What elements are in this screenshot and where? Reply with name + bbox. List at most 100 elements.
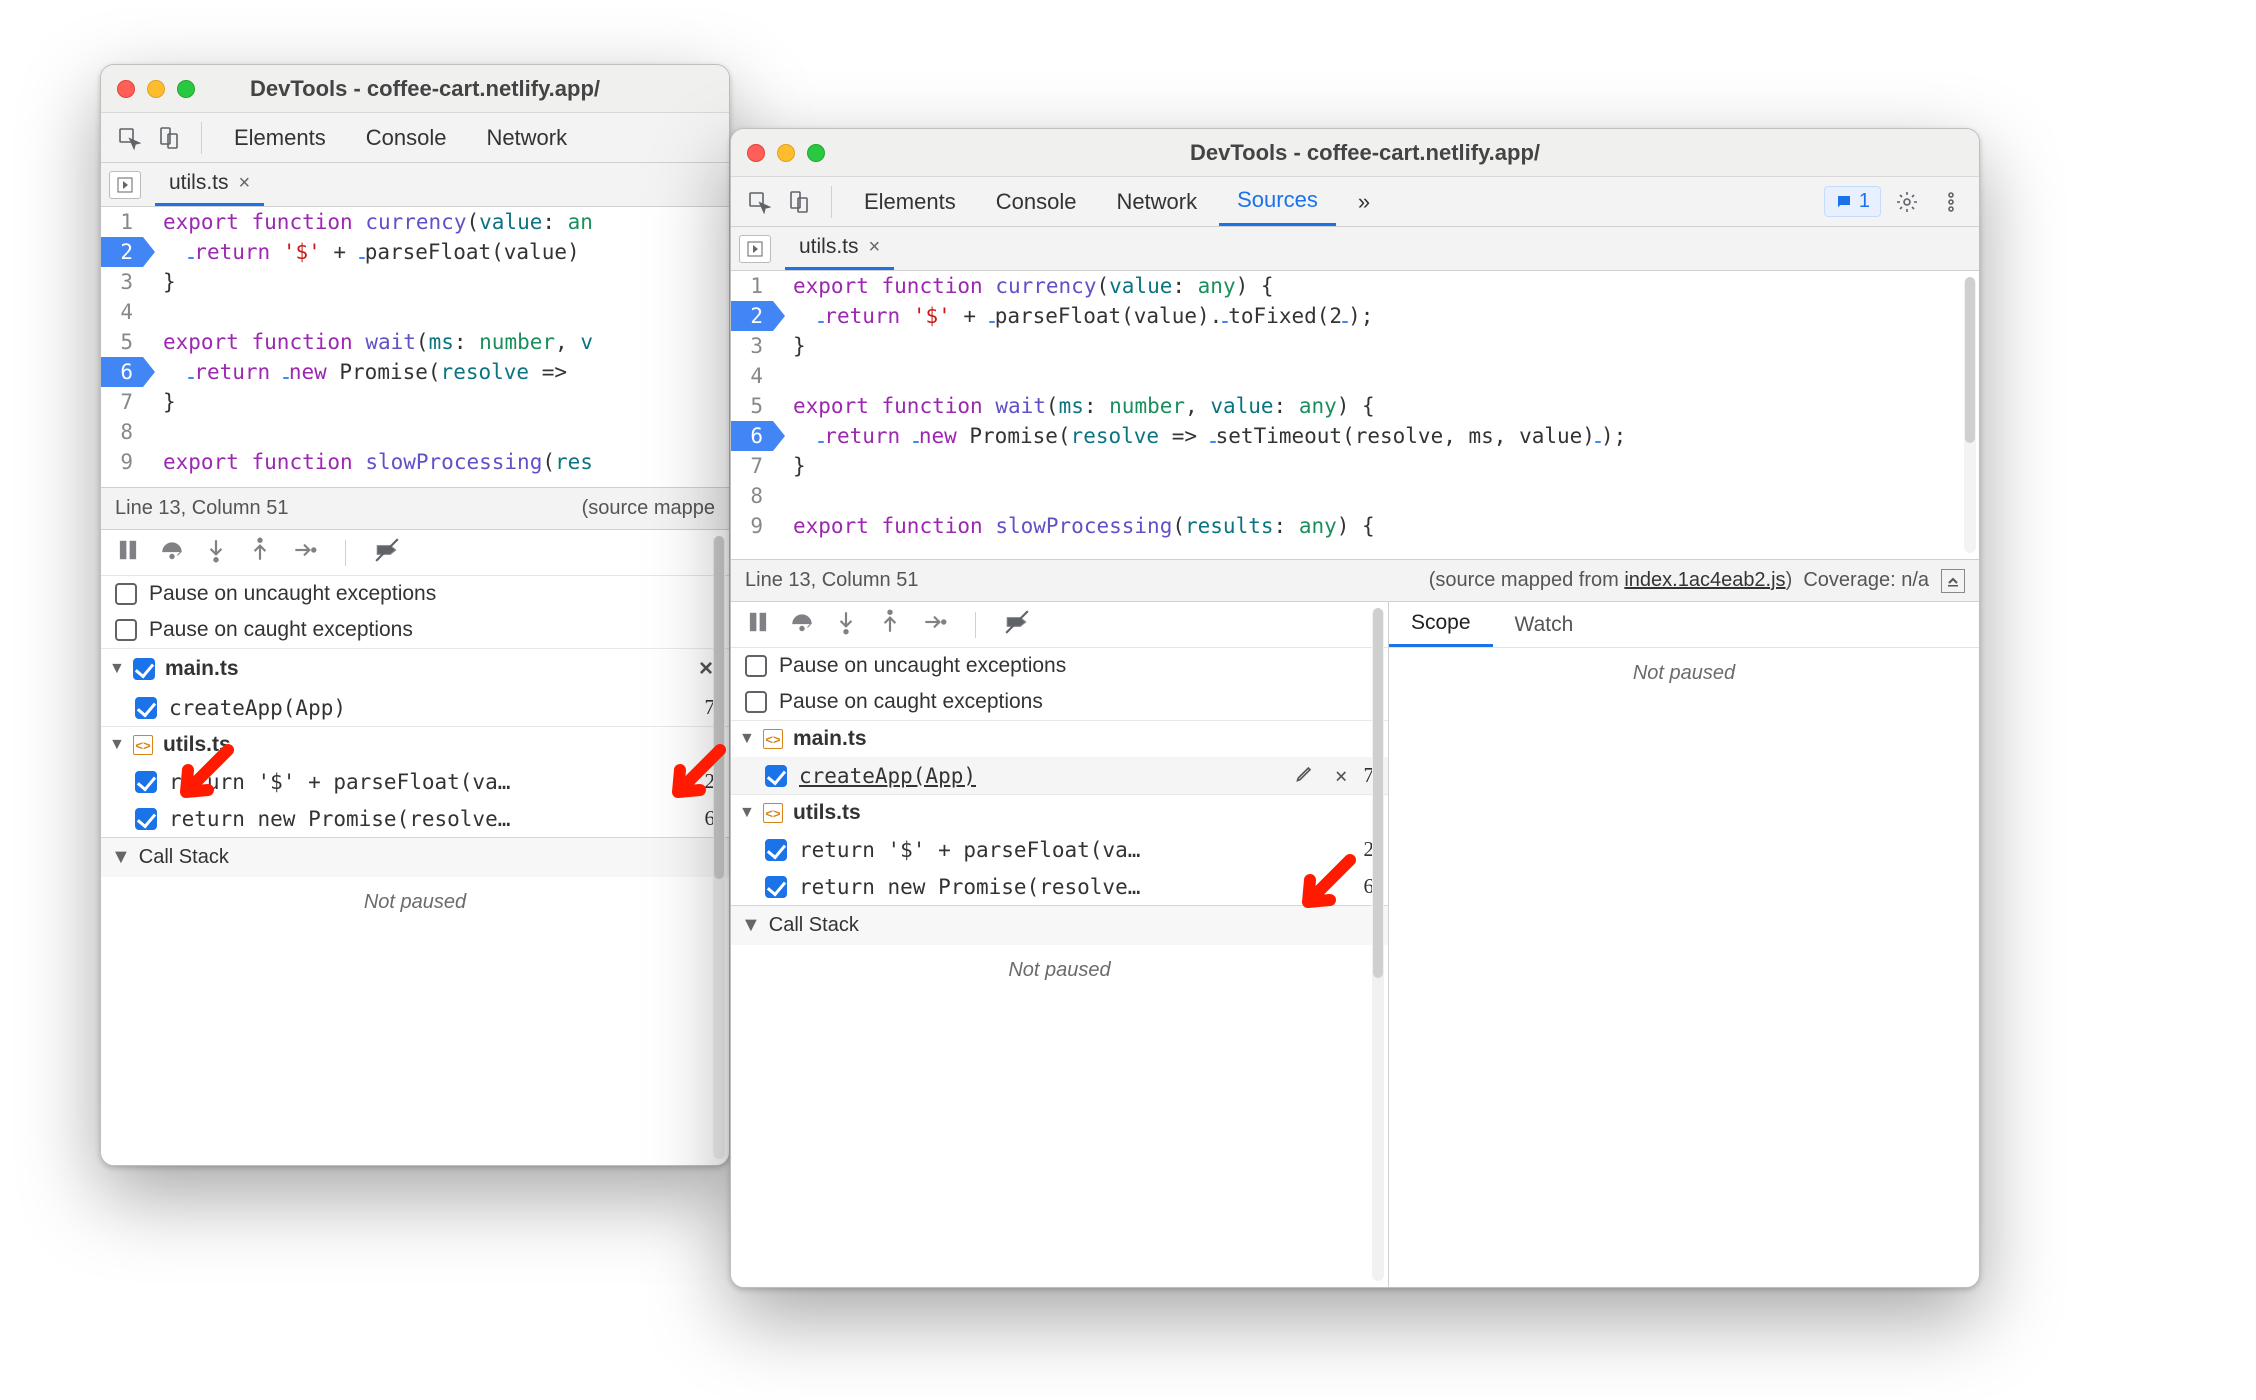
mapped-file-link[interactable]: index.1ac4eab2.js [1624,569,1785,591]
step-out-icon[interactable] [877,609,903,641]
checkbox-icon[interactable] [745,655,767,677]
maximize-icon[interactable] [177,80,195,98]
checkbox-icon[interactable] [765,876,787,898]
tab-more[interactable]: » [1340,178,1388,226]
inspect-icon[interactable] [111,120,147,156]
step-into-icon[interactable] [833,609,859,641]
scroll-thumb[interactable] [714,536,724,879]
editor-status: Line 13, Column 51 (source mappe [101,487,729,529]
navigator-toggle-icon[interactable] [109,171,141,199]
disclosure-triangle-icon[interactable]: ▼ [109,660,123,678]
checkbox-icon[interactable] [765,765,787,787]
file-tabs: utils.ts × [731,227,1979,271]
tab-console[interactable]: Console [348,114,465,162]
kebab-icon[interactable] [1933,184,1969,220]
deactivate-breakpoints-icon[interactable] [374,537,400,569]
checkbox-icon[interactable] [133,658,155,680]
file-tab-utils[interactable]: utils.ts × [155,164,264,206]
tab-console[interactable]: Console [978,178,1095,226]
checkbox-icon[interactable] [135,808,157,830]
close-icon[interactable]: × [869,236,881,259]
code-editor[interactable]: 1export function currency(value: any) { … [731,271,1979,559]
bp-group-main[interactable]: ▼ main.ts × [101,648,729,689]
cursor-position: Line 13, Column 51 [115,497,288,520]
maximize-icon[interactable] [807,144,825,162]
checkbox-icon[interactable] [765,839,787,861]
minimize-icon[interactable] [147,80,165,98]
inspect-icon[interactable] [741,184,777,220]
bp-label[interactable]: createApp(App) [799,764,1279,788]
device-icon[interactable] [781,184,817,220]
checkbox-icon[interactable] [115,619,137,641]
disclosure-triangle-icon[interactable]: ▼ [109,736,123,754]
tab-scope[interactable]: Scope [1389,603,1493,647]
pause-caught-label: Pause on caught exceptions [149,618,413,642]
annotation-arrow-icon [660,740,730,816]
close-icon[interactable] [747,144,765,162]
checkbox-icon[interactable] [115,583,137,605]
tab-network[interactable]: Network [1098,178,1215,226]
file-tabs: utils.ts × [101,163,729,207]
bp-row[interactable]: createApp(App) × 7 [731,757,1388,794]
scrollbar[interactable] [1372,608,1384,1281]
checkbox-icon[interactable] [135,697,157,719]
step-icon[interactable] [291,537,317,569]
disclosure-triangle-icon[interactable]: ▼ [111,846,131,869]
scrollbar[interactable] [1964,277,1976,553]
titlebar[interactable]: DevTools - coffee-cart.netlify.app/ [101,65,729,113]
device-icon[interactable] [151,120,187,156]
pause-uncaught-row[interactable]: Pause on uncaught exceptions [101,576,729,612]
scroll-thumb[interactable] [1965,277,1975,443]
debugger-toolbar [101,530,729,576]
disclosure-triangle-icon[interactable]: ▼ [741,914,761,937]
tab-sources[interactable]: Sources [1219,178,1336,226]
tab-watch[interactable]: Watch [1493,603,1596,647]
editor-status: Line 13, Column 51 (source mapped from i… [731,559,1979,601]
bp-file-name: utils.ts [793,801,861,825]
step-over-icon[interactable] [159,537,185,569]
pause-caught-row[interactable]: Pause on caught exceptions [731,684,1388,720]
remove-icon[interactable]: × [1331,764,1352,788]
file-tab-utils[interactable]: utils.ts × [785,228,894,270]
navigator-toggle-icon[interactable] [739,235,771,263]
gear-icon[interactable] [1889,184,1925,220]
traffic-lights[interactable] [731,144,841,162]
call-stack-header[interactable]: ▼ Call Stack [101,837,729,877]
pause-uncaught-row[interactable]: Pause on uncaught exceptions [731,648,1388,684]
file-tab-label: utils.ts [799,235,859,259]
file-tab-label: utils.ts [169,171,229,195]
bp-label: return new Promise(resolve… [799,875,1352,899]
bp-row[interactable]: createApp(App) 7 [101,689,729,726]
tab-network[interactable]: Network [468,114,585,162]
edit-icon[interactable] [1291,763,1319,788]
tab-elements[interactable]: Elements [216,114,344,162]
traffic-lights[interactable] [101,80,211,98]
checkbox-icon[interactable] [135,771,157,793]
step-icon[interactable] [921,609,947,641]
file-icon: <> [763,803,783,823]
scrollbar[interactable] [713,536,725,1159]
debugger-panel: Pause on uncaught exceptions Pause on ca… [731,601,1979,1287]
coverage-toggle-icon[interactable] [1941,569,1965,593]
close-icon[interactable]: × [239,172,251,195]
bp-group-main[interactable]: ▼ <> main.ts [731,720,1388,757]
code-editor[interactable]: 1export function currency(value: an 2 re… [101,207,729,487]
pause-icon[interactable] [745,609,771,641]
step-out-icon[interactable] [247,537,273,569]
disclosure-triangle-icon[interactable]: ▼ [739,730,753,748]
bp-file-name: main.ts [165,657,239,681]
bp-group-utils[interactable]: ▼ <> utils.ts [731,794,1388,831]
disclosure-triangle-icon[interactable]: ▼ [739,804,753,822]
minimize-icon[interactable] [777,144,795,162]
checkbox-icon[interactable] [745,691,767,713]
step-into-icon[interactable] [203,537,229,569]
pause-caught-row[interactable]: Pause on caught exceptions [101,612,729,648]
deactivate-breakpoints-icon[interactable] [1004,609,1030,641]
titlebar[interactable]: DevTools - coffee-cart.netlify.app/ [731,129,1979,177]
scroll-thumb[interactable] [1373,608,1383,978]
step-over-icon[interactable] [789,609,815,641]
pause-icon[interactable] [115,537,141,569]
tab-elements[interactable]: Elements [846,178,974,226]
issues-badge[interactable]: 1 [1824,186,1881,217]
close-icon[interactable] [117,80,135,98]
